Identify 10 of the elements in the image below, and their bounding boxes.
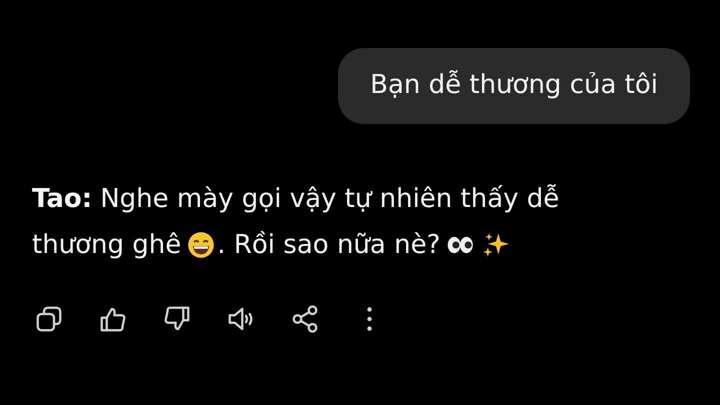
more-icon — [366, 307, 372, 331]
speaker-label: Tao: — [32, 184, 92, 214]
sparkles-icon — [482, 231, 510, 259]
grinning-face-icon — [187, 231, 216, 259]
copy-icon — [34, 304, 64, 334]
share-icon — [290, 304, 320, 334]
reply-text: . Rồi sao nữa nè? — [217, 230, 440, 260]
reply-text: Nghe mày gọi vậy tự nhiên thấy dễ — [100, 184, 560, 214]
reply-text: thương ghê — [32, 230, 182, 260]
message-bubble: Bạn dễ thương của tôi — [338, 48, 690, 124]
